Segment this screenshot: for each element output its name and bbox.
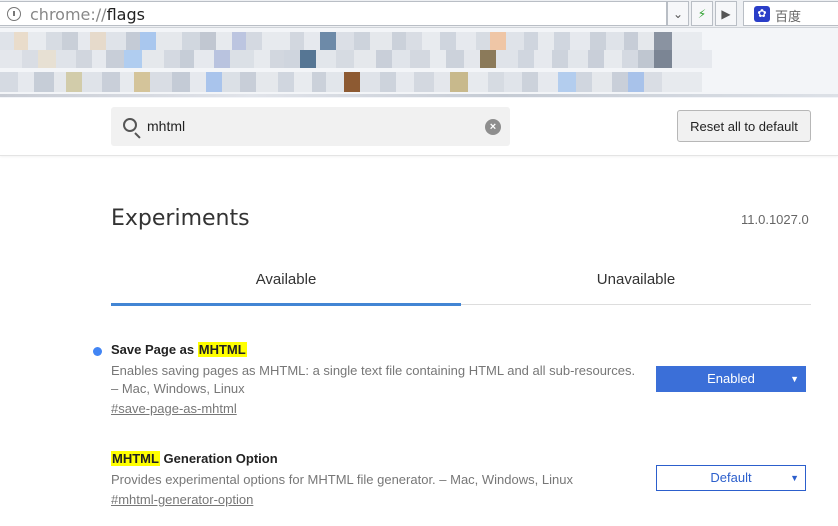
search-engine-box[interactable]: ✿ 百度 bbox=[743, 1, 838, 26]
play-arrow-icon: ▶ bbox=[721, 6, 731, 21]
lightning-icon: ⚡ bbox=[697, 6, 707, 21]
flags-header: × Reset all to default bbox=[0, 98, 838, 156]
speed-mode-button[interactable]: ⚡ bbox=[691, 1, 713, 26]
address-bar[interactable]: chrome://flags bbox=[0, 1, 667, 26]
dropdown-history-button[interactable]: ⌄ bbox=[667, 1, 689, 26]
bookmarks-bar-blurred bbox=[0, 28, 838, 98]
search-box[interactable]: × bbox=[111, 107, 510, 146]
flag-save-page-as-mhtml: Save Page as MHTML Enables saving pages … bbox=[93, 342, 811, 418]
flag-description: Enables saving pages as MHTML: a single … bbox=[111, 363, 636, 396]
chevron-down-icon: ⌄ bbox=[672, 6, 684, 21]
reset-all-button[interactable]: Reset all to default bbox=[677, 110, 811, 142]
flag-title-prefix: Save Page as bbox=[111, 342, 198, 357]
flag-state-select[interactable]: Enabled ▼ bbox=[656, 366, 806, 392]
browser-toolbar: chrome://flags ⌄ ⚡ ▶ ✿ 百度 bbox=[0, 0, 838, 28]
flag-permalink[interactable]: #save-page-as-mhtml bbox=[111, 401, 237, 416]
tab-unavailable[interactable]: Unavailable bbox=[461, 270, 811, 305]
tab-available[interactable]: Available bbox=[111, 270, 461, 306]
search-highlight: MHTML bbox=[197, 342, 247, 357]
dropdown-arrow-icon: ▼ bbox=[790, 473, 799, 483]
blur-row-middle bbox=[0, 50, 838, 68]
modified-indicator-dot bbox=[93, 347, 102, 356]
address-text[interactable]: chrome://flags bbox=[30, 5, 145, 24]
page-title: Experiments bbox=[111, 206, 250, 231]
flag-mhtml-generation-option: MHTML Generation Option Provides experim… bbox=[111, 451, 811, 509]
blur-row-bottom bbox=[0, 72, 838, 92]
url-scheme: chrome:// bbox=[30, 5, 107, 24]
flag-title: Save Page as MHTML bbox=[111, 342, 811, 357]
blur-divider bbox=[0, 94, 838, 97]
site-info-icon[interactable] bbox=[7, 7, 21, 21]
flag-permalink[interactable]: #mhtml-generator-option bbox=[111, 492, 253, 507]
flag-state-select[interactable]: Default ▼ bbox=[656, 465, 806, 491]
url-host: flags bbox=[106, 5, 145, 24]
clear-search-icon[interactable]: × bbox=[485, 119, 501, 135]
flag-description: Provides experimental options for MHTML … bbox=[111, 472, 573, 487]
flag-state-value: Default bbox=[710, 470, 752, 485]
version-label: 11.0.1027.0 bbox=[741, 212, 809, 227]
flag-state-value: Enabled bbox=[707, 371, 755, 386]
flag-title-suffix: Generation Option bbox=[159, 451, 278, 466]
baidu-paw-icon: ✿ bbox=[754, 6, 770, 22]
search-highlight: MHTML bbox=[111, 451, 160, 466]
search-engine-label: 百度 bbox=[775, 10, 802, 25]
go-button[interactable]: ▶ bbox=[715, 1, 737, 26]
search-input[interactable] bbox=[147, 116, 467, 136]
dropdown-arrow-icon: ▼ bbox=[790, 374, 799, 384]
flag-title: MHTML Generation Option bbox=[111, 451, 811, 466]
search-icon bbox=[123, 118, 137, 132]
